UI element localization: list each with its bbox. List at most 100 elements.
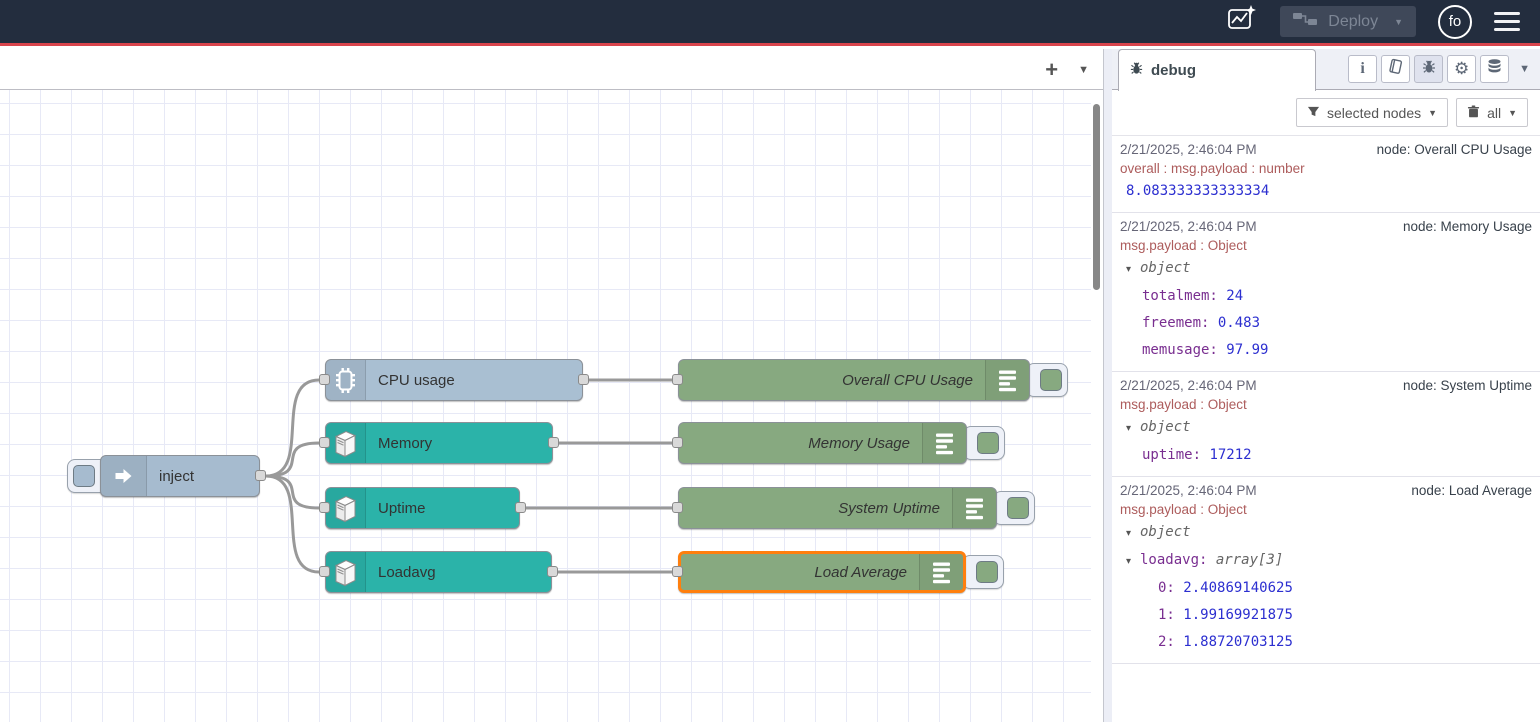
ai-assistant-button[interactable]: [1226, 3, 1258, 40]
debug-source-node[interactable]: node: Load Average: [1411, 482, 1532, 500]
debug-key: uptime:: [1142, 447, 1209, 463]
debug-key: 2:: [1158, 634, 1183, 650]
debug-line: memusage: 97.99: [1120, 337, 1532, 364]
flow-node-loadavg[interactable]: Loadavg: [325, 551, 552, 593]
debug-source-node[interactable]: node: System Uptime: [1403, 377, 1532, 395]
flow-node-overall-cpu[interactable]: Overall CPU Usage: [678, 359, 1030, 401]
output-port[interactable]: [547, 566, 558, 577]
add-flow-plus-icon[interactable]: +: [1045, 59, 1058, 81]
debug-value: 0.483: [1218, 315, 1260, 331]
node-body: Memory: [325, 422, 553, 464]
tree-expand-arrow[interactable]: ▾: [1126, 415, 1140, 442]
input-port[interactable]: [672, 566, 683, 577]
sidebar-splitter[interactable]: [1103, 49, 1112, 722]
debug-value: 24: [1226, 288, 1243, 304]
debug-filter-button[interactable]: selected nodes ▼: [1296, 98, 1448, 127]
flow-node-system-uptime[interactable]: System Uptime: [678, 487, 997, 529]
node-body: Overall CPU Usage: [678, 359, 1030, 401]
debug-toggle-button[interactable]: [962, 555, 1004, 589]
flow-canvas[interactable]: inject CPU usage Memory: [0, 90, 1103, 722]
debug-actionbar: selected nodes ▼ all ▼: [1112, 90, 1540, 136]
output-port[interactable]: [255, 470, 266, 481]
sidebar-tools-chevron-icon[interactable]: ▼: [1519, 63, 1530, 75]
flow-list-chevron-icon[interactable]: ▼: [1078, 64, 1089, 76]
chip-icon: [326, 360, 366, 400]
input-port[interactable]: [672, 502, 683, 513]
output-port[interactable]: [515, 502, 526, 513]
flow-node-load-average[interactable]: Load Average: [678, 551, 966, 593]
computer-icon: [326, 488, 366, 528]
sidebar-tool-bug-button[interactable]: [1414, 55, 1443, 83]
tree-expand-arrow[interactable]: ▾: [1126, 548, 1140, 575]
debug-key: 1:: [1158, 607, 1183, 623]
input-port[interactable]: [319, 566, 330, 577]
node-label: Load Average: [681, 564, 919, 581]
input-port[interactable]: [319, 437, 330, 448]
debug-line: freemem: 0.483: [1120, 310, 1532, 337]
debug-line: 0: 2.40869140625: [1120, 575, 1532, 602]
tree-expand-arrow[interactable]: ▾: [1126, 256, 1140, 283]
info-icon: i: [1360, 60, 1364, 78]
output-port[interactable]: [578, 374, 589, 385]
sidebar-tool-config-gear-button[interactable]: ⚙: [1447, 55, 1476, 83]
debug-list-icon: [985, 360, 1029, 400]
input-port[interactable]: [672, 437, 683, 448]
debug-value: 97.99: [1226, 342, 1268, 358]
output-port[interactable]: [548, 437, 559, 448]
node-body: inject: [100, 455, 260, 497]
sidebar-tool-help-book-button[interactable]: [1381, 55, 1410, 83]
debug-filter-label: selected nodes: [1327, 105, 1421, 121]
node-label: Loadavg: [366, 564, 551, 581]
debug-list-icon: [919, 554, 963, 590]
canvas-vertical-scrollbar[interactable]: [1093, 104, 1100, 290]
debug-line: 8.083333333333334: [1120, 178, 1532, 205]
debug-toggle-button[interactable]: [993, 491, 1035, 525]
bug-icon: [1129, 61, 1144, 81]
menu-hamburger-icon[interactable]: [1494, 12, 1520, 32]
node-label: Memory Usage: [679, 435, 922, 452]
debug-toggle-button[interactable]: [1026, 363, 1068, 397]
debug-source-node[interactable]: node: Overall CPU Usage: [1377, 141, 1532, 159]
filter-funnel-icon: [1307, 105, 1320, 121]
computer-icon: [326, 552, 366, 592]
debug-toggle-button[interactable]: [963, 426, 1005, 460]
debug-timestamp: 2/21/2025, 2:46:04 PM: [1120, 218, 1257, 236]
deploy-button[interactable]: Deploy ▼: [1280, 6, 1416, 37]
debug-line: 1: 1.99169921875: [1120, 602, 1532, 629]
ai-assistant-icon: [1226, 3, 1258, 40]
flow-node-inject[interactable]: inject: [100, 455, 260, 497]
input-port[interactable]: [672, 374, 683, 385]
flow-node-cpu[interactable]: CPU usage: [325, 359, 583, 401]
tree-expand-arrow[interactable]: ▾: [1126, 520, 1140, 547]
debug-line: ▾object: [1120, 519, 1532, 547]
deploy-chevron-icon[interactable]: ▼: [1394, 17, 1403, 27]
inject-arrow-icon: [101, 456, 147, 496]
node-label: System Uptime: [679, 500, 952, 517]
wire[interactable]: [266, 443, 319, 476]
node-label: inject: [147, 468, 259, 485]
debug-value: 2.40869140625: [1183, 580, 1293, 596]
bug-icon: [1421, 59, 1437, 80]
input-port[interactable]: [319, 374, 330, 385]
sidebar-tool-info-button[interactable]: i: [1348, 55, 1377, 83]
flow-workspace: + ▼ inject CPU usage: [0, 49, 1103, 722]
debug-value: 17212: [1209, 447, 1251, 463]
wire[interactable]: [266, 476, 319, 508]
sidebar-tab-debug[interactable]: debug: [1118, 49, 1316, 91]
node-body: System Uptime: [678, 487, 997, 529]
debug-clear-button[interactable]: all ▼: [1456, 98, 1528, 127]
input-port[interactable]: [319, 502, 330, 513]
debug-key: totalmem:: [1142, 288, 1226, 304]
debug-clear-label: all: [1487, 105, 1501, 121]
debug-toggle-button-inner: [976, 561, 998, 583]
debug-line: 2: 1.88720703125: [1120, 629, 1532, 656]
sidebar-tab-label: debug: [1151, 62, 1196, 79]
flow-node-memory-usage[interactable]: Memory Usage: [678, 422, 967, 464]
debug-value: 8.083333333333334: [1126, 183, 1269, 199]
flow-node-memory[interactable]: Memory: [325, 422, 553, 464]
clear-chevron-icon: ▼: [1508, 108, 1517, 118]
debug-source-node[interactable]: node: Memory Usage: [1403, 218, 1532, 236]
sidebar-tool-context-storage-button[interactable]: [1480, 55, 1509, 83]
user-avatar[interactable]: fo: [1438, 5, 1472, 39]
flow-node-uptime[interactable]: Uptime: [325, 487, 520, 529]
